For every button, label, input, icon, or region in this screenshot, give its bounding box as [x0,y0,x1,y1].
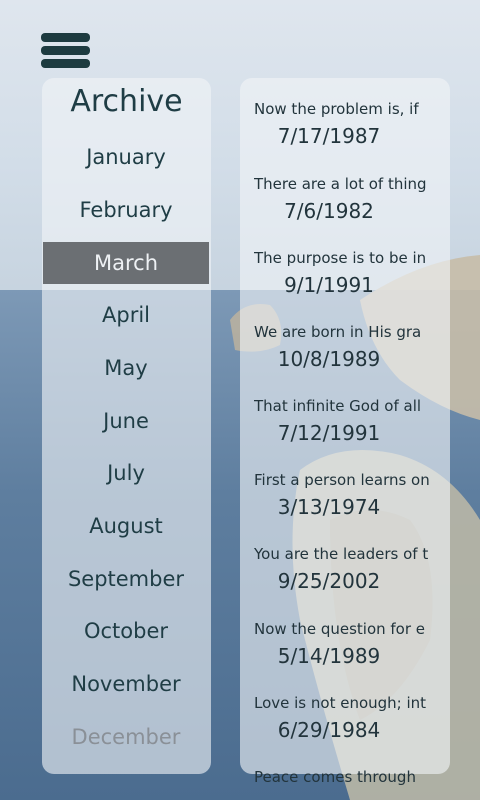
month-may[interactable]: May [43,347,209,389]
month-january[interactable]: January [43,136,209,178]
entry-item[interactable]: We are born in His gra 10/8/1989 [254,323,440,371]
entry-item[interactable]: That infinite God of all 7/12/1991 [254,397,440,445]
entry-date: 7/12/1991 [277,421,381,445]
entry-snippet: Love is not enough; int [254,694,427,712]
entry-snippet: That infinite God of all [254,397,422,415]
entry-date: 9/25/2002 [277,569,381,593]
month-september[interactable]: September [43,558,209,600]
entry-snippet: Peace comes through [254,768,416,786]
entry-date: 7/17/1987 [277,124,381,148]
entry-date: 7/6/1982 [284,199,374,223]
entry-date: 10/8/1989 [277,347,381,371]
month-november[interactable]: November [43,663,209,705]
entry-item[interactable]: You are the leaders of t 9/25/2002 [254,545,440,593]
entry-item[interactable]: Now the problem is, if 7/17/1987 [254,100,440,148]
entry-snippet: We are born in His gra [254,323,422,341]
entry-item[interactable]: Love is not enough; int 6/29/1984 [254,694,440,742]
entry-date: 3/13/1974 [277,495,381,519]
month-october[interactable]: October [43,610,209,652]
entry-snippet: Now the question for e [254,620,426,638]
entry-item[interactable]: The purpose is to be in 9/1/1991 [254,249,440,297]
menu-icon[interactable] [40,30,92,72]
entry-date: 6/29/1984 [277,718,381,742]
entry-item[interactable]: There are a lot of thing 7/6/1982 [254,175,440,223]
month-april[interactable]: April [43,294,209,336]
month-march[interactable]: March [43,242,209,284]
month-june[interactable]: June [43,400,209,442]
entry-date: 9/1/1991 [284,273,374,297]
entry-item[interactable]: Now the question for e 5/14/1989 [254,620,440,668]
month-july[interactable]: July [43,452,209,494]
entry-snippet: There are a lot of thing [254,175,427,193]
entry-date: 5/14/1989 [277,644,381,668]
entry-snippet: Now the problem is, if [254,100,419,118]
entry-snippet: You are the leaders of t [254,545,429,563]
month-december[interactable]: December [43,716,209,758]
month-august[interactable]: August [43,505,209,547]
archive-title: Archive [70,84,183,119]
entry-snippet: First a person learns on [254,471,430,489]
entry-item[interactable]: First a person learns on 3/13/1974 [254,471,440,519]
month-february[interactable]: February [43,189,209,231]
entry-item[interactable]: Peace comes through [254,768,440,788]
entry-snippet: The purpose is to be in [254,249,427,267]
